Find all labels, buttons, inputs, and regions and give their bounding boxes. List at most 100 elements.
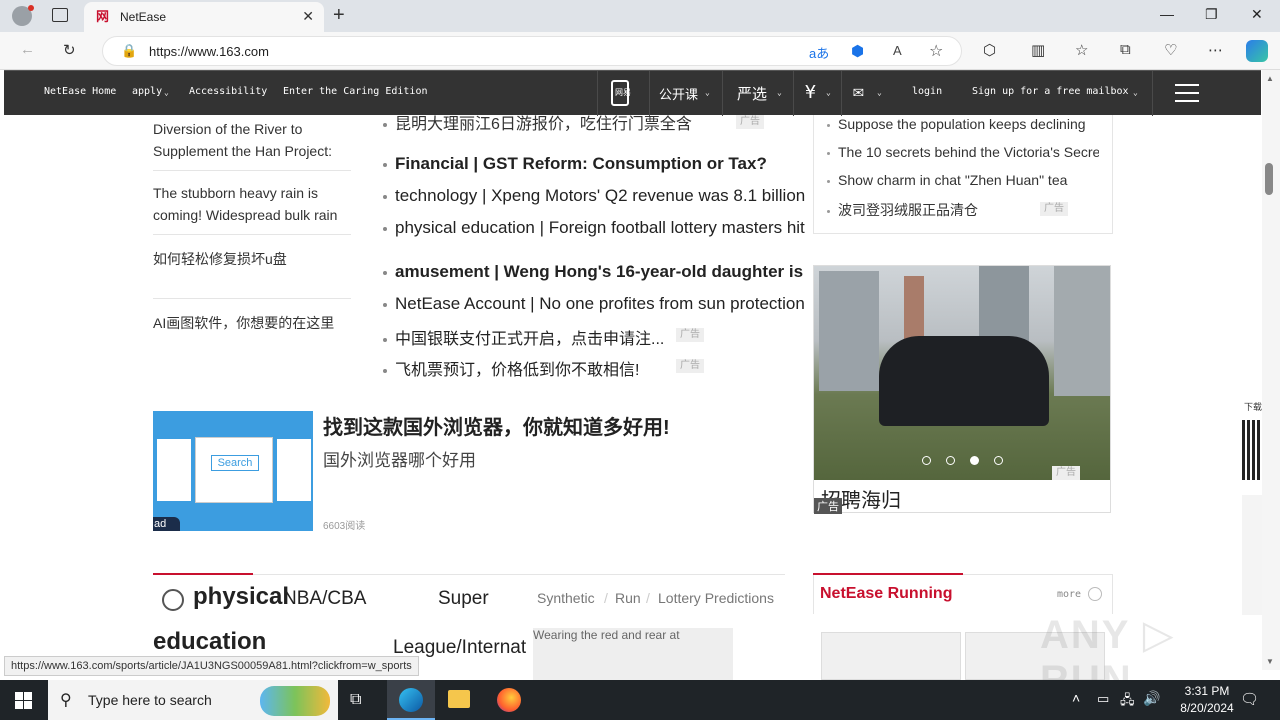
carousel-dot[interactable] bbox=[922, 456, 931, 465]
right-news-item[interactable]: The 10 secrets behind the Victoria's Sec… bbox=[827, 144, 1099, 160]
firefox-icon[interactable] bbox=[497, 688, 521, 712]
recruitment-banner[interactable]: 广告 招聘海归 广告 bbox=[813, 265, 1111, 514]
running-more-link[interactable]: more bbox=[1057, 589, 1081, 600]
tab-netease[interactable]: 网 NetEase ✕ bbox=[84, 2, 324, 32]
task-view-icon[interactable]: ⧉ bbox=[350, 691, 361, 709]
left-news-item[interactable]: The stubborn heavy rain is coming! Wides… bbox=[153, 182, 348, 226]
building bbox=[819, 271, 879, 391]
carousel-dot[interactable] bbox=[994, 456, 1003, 465]
url-text: https://www.163.com bbox=[149, 44, 269, 59]
sports-title-cont[interactable]: education bbox=[153, 628, 266, 656]
notifications-icon[interactable]: 🗨 bbox=[1240, 690, 1259, 708]
tray-chevron-up-icon[interactable]: ˄ bbox=[1072, 690, 1080, 706]
nav-login[interactable]: login bbox=[912, 86, 942, 97]
sports-tab-super[interactable]: Super bbox=[438, 588, 489, 610]
news-item[interactable]: technology | Xpeng Motors' Q2 revenue wa… bbox=[383, 186, 809, 206]
nav-divider bbox=[1152, 71, 1153, 116]
new-tab-icon[interactable]: + bbox=[333, 4, 345, 27]
hamburger-menu-icon[interactable] bbox=[1175, 84, 1199, 102]
sports-news-image[interactable]: Wearing the red and rear at bbox=[533, 628, 733, 680]
carousel-dot[interactable] bbox=[946, 456, 955, 465]
minimize-icon[interactable]: — bbox=[1160, 6, 1174, 22]
nav-apply[interactable]: apply bbox=[132, 86, 162, 97]
sports-title[interactable]: physical bbox=[193, 583, 289, 611]
link-status-bar: https://www.163.com/sports/article/JA1U3… bbox=[4, 656, 419, 676]
edge-taskbar-icon[interactable] bbox=[387, 680, 435, 720]
nav-signup-mailbox[interactable]: Sign up for a free mailbox bbox=[972, 86, 1129, 97]
scroll-thumb[interactable] bbox=[1265, 163, 1273, 195]
back-icon[interactable]: ← bbox=[20, 41, 35, 58]
promo-title[interactable]: 找到这款国外浏览器，你就知道多好用! bbox=[323, 411, 670, 440]
link-divider: / bbox=[604, 590, 608, 606]
bullet bbox=[827, 151, 830, 155]
windows-taskbar: ⚲ Type here to search ⧉ ˄ ▭ 🖧 🔊 3:31 PM … bbox=[0, 680, 1280, 720]
app-download-widget[interactable]: 下载 bbox=[1240, 400, 1262, 485]
refresh-icon[interactable]: ↻ bbox=[63, 41, 76, 59]
page-scrollbar[interactable]: ▲ ▼ bbox=[1262, 70, 1280, 670]
close-tab-icon[interactable]: ✕ bbox=[302, 8, 314, 25]
tray-device-icon[interactable]: ▭ bbox=[1097, 691, 1109, 707]
windows-start-icon[interactable] bbox=[15, 692, 32, 709]
more-arrow-icon[interactable] bbox=[1088, 587, 1102, 601]
address-bar[interactable]: 🔒 https://www.163.com aあ ⬢ A ☆ bbox=[102, 36, 962, 66]
tab-actions-icon[interactable] bbox=[52, 8, 68, 22]
collections-icon[interactable]: ⧉ bbox=[1120, 41, 1131, 58]
nav-open-course[interactable]: 公开课 bbox=[659, 84, 698, 103]
promo-thumbnail[interactable]: Search ad bbox=[153, 411, 313, 531]
news-item[interactable]: 中国银联支付正式开启，点击申请注... bbox=[383, 325, 673, 349]
clock-date[interactable]: 8/20/2024 bbox=[1166, 701, 1248, 715]
carousel-dot-active[interactable] bbox=[970, 456, 979, 465]
right-news-item[interactable]: Suppose the population keeps declining bbox=[827, 116, 1092, 132]
left-news-item[interactable]: Diversion of the River to Supplement the… bbox=[153, 118, 348, 162]
bullet bbox=[383, 270, 387, 275]
translate-icon[interactable]: aあ bbox=[809, 43, 829, 62]
taskbar-search-placeholder: Type here to search bbox=[88, 692, 212, 708]
read-aloud-icon[interactable]: A bbox=[893, 43, 902, 58]
nav-accessibility[interactable]: Accessibility bbox=[189, 86, 267, 97]
shield-icon[interactable]: ⬢ bbox=[851, 42, 864, 60]
nav-yanxuan[interactable]: 严选 bbox=[737, 83, 767, 104]
favorites-icon[interactable]: ☆ bbox=[1075, 41, 1088, 59]
volume-icon[interactable]: 🔊 bbox=[1143, 690, 1160, 707]
right-news-item[interactable]: Show charm in chat "Zhen Huan" tea bbox=[827, 172, 1092, 188]
mail-icon[interactable]: ✉ bbox=[853, 81, 864, 102]
news-item[interactable]: physical education | Foreign football lo… bbox=[383, 218, 809, 238]
taskbar-search-box[interactable]: ⚲ Type here to search bbox=[48, 680, 338, 720]
news-item[interactable]: Financial | GST Reform: Consumption or T… bbox=[383, 154, 809, 174]
favorite-star-icon[interactable]: ☆ bbox=[929, 41, 943, 61]
sports-tab-nba[interactable]: NBA/CBA bbox=[283, 588, 366, 610]
news-item[interactable]: 飞机票预订，价格低到你不敢相信! bbox=[383, 356, 673, 380]
nav-netease-home[interactable]: NetEase Home bbox=[44, 86, 116, 97]
nav-caring-edition[interactable]: Enter the Caring Edition bbox=[283, 86, 428, 97]
file-explorer-icon[interactable] bbox=[448, 690, 470, 708]
network-icon[interactable]: 🖧 bbox=[1120, 691, 1135, 713]
divider bbox=[153, 298, 351, 299]
restore-icon[interactable]: ❐ bbox=[1205, 6, 1218, 23]
chevron-down-icon: ⌄ bbox=[777, 88, 782, 97]
close-window-icon[interactable]: ✕ bbox=[1251, 6, 1263, 23]
clock-time[interactable]: 3:31 PM bbox=[1172, 684, 1242, 698]
running-title[interactable]: NetEase Running bbox=[820, 585, 952, 603]
sports-link-lottery[interactable]: Lottery Predictions bbox=[658, 590, 774, 606]
nav-divider bbox=[841, 71, 842, 116]
search-icon: ⚲ bbox=[60, 692, 72, 709]
right-news-item[interactable]: 波司登羽绒服正品清仓 bbox=[827, 200, 1027, 220]
sports-link-run[interactable]: Run bbox=[615, 590, 641, 606]
sports-link-synthetic[interactable]: Synthetic bbox=[537, 590, 595, 606]
extensions-icon[interactable]: ⬡ bbox=[983, 41, 996, 59]
left-news-item[interactable]: AI画图软件，你想要的在这里 bbox=[153, 312, 348, 334]
copilot-icon[interactable] bbox=[1246, 40, 1268, 62]
performance-icon[interactable]: ♡ bbox=[1164, 41, 1177, 59]
browser-toolbar: ← ↻ 🔒 https://www.163.com aあ ⬢ A ☆ ⬡ ▥ ☆… bbox=[0, 32, 1280, 70]
edge-icon bbox=[399, 688, 423, 712]
news-item[interactable]: NetEase Account | No one profites from s… bbox=[383, 294, 809, 314]
more-menu-icon[interactable]: ⋯ bbox=[1208, 41, 1223, 59]
left-news-item[interactable]: 如何轻松修复损坏u盘 bbox=[153, 248, 348, 270]
running-thumb[interactable] bbox=[821, 632, 961, 680]
tab-title: NetEase bbox=[120, 10, 167, 24]
money-icon[interactable]: ¥ bbox=[805, 82, 816, 103]
split-screen-icon[interactable]: ▥ bbox=[1031, 41, 1045, 59]
news-item[interactable]: amusement | Weng Hong's 16-year-old daug… bbox=[383, 262, 809, 282]
scroll-up-icon[interactable]: ▲ bbox=[1266, 74, 1274, 83]
bullet bbox=[383, 368, 387, 373]
